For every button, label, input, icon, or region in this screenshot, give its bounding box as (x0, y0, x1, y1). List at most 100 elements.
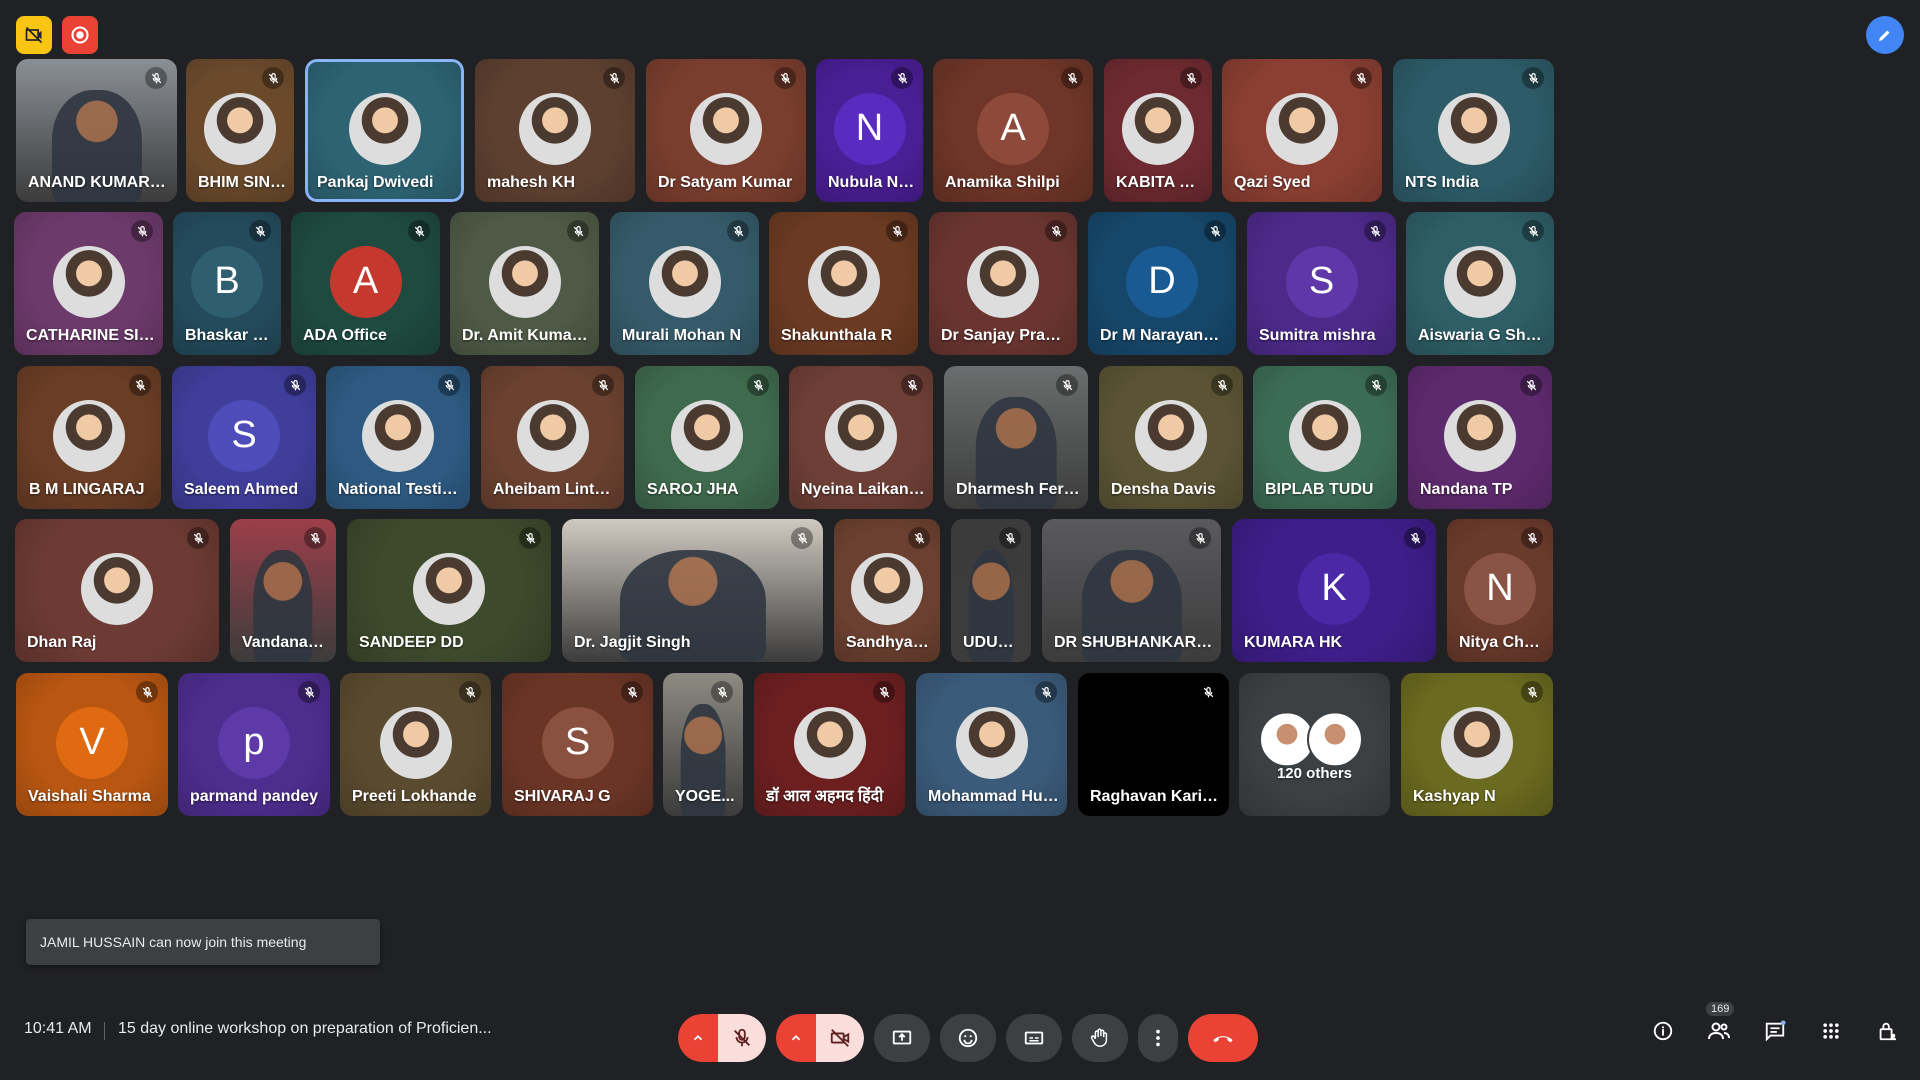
muted-indicator (187, 527, 209, 549)
participant-tile[interactable]: mahesh KH (475, 59, 635, 202)
avatar (807, 245, 880, 318)
participant-tile[interactable]: BHIM SINGH (186, 59, 294, 202)
muted-indicator (284, 374, 306, 396)
meeting-details-button[interactable] (1650, 1018, 1676, 1044)
participant-tile[interactable]: N Nubula Nau... (816, 59, 923, 202)
participant-tile[interactable]: Aiswaria G Shajan (1406, 212, 1554, 355)
participant-tile[interactable]: ANAND KUMAR SAU... (16, 59, 177, 202)
participant-tile[interactable]: SAROJ JHA (635, 366, 779, 509)
participant-tile[interactable]: B Bhaskar Sin... (173, 212, 281, 355)
participant-tile[interactable]: Densha Davis (1099, 366, 1243, 509)
participant-tile[interactable]: Dr Sanjay Prasad S... (929, 212, 1077, 355)
participant-tile[interactable]: p parmand pandey (178, 673, 330, 816)
participant-tile[interactable]: Pankaj Dwivedi (305, 59, 464, 202)
muted-indicator (774, 67, 796, 89)
participant-name: Mohammad Hussa... (928, 788, 1059, 805)
mic-off-icon (193, 532, 203, 543)
mic-off-icon (255, 225, 265, 236)
call-controls (678, 1014, 1258, 1062)
participant-tile[interactable]: S SHIVARAJ G (502, 673, 653, 816)
participant-tile[interactable]: DR SHUBHANKAR MISH... (1042, 519, 1221, 662)
emoji-icon (958, 1028, 978, 1048)
participant-tile[interactable]: V Vaishali Sharma (16, 673, 168, 816)
participant-tile[interactable]: Aheibam Linthoin... (481, 366, 624, 509)
no-video-icon (25, 26, 43, 44)
participant-name: DR SHUBHANKAR MISH... (1054, 634, 1213, 651)
participant-tile[interactable]: S Sumitra mishra (1247, 212, 1396, 355)
participant-tile[interactable]: Vandana Si... (230, 519, 336, 662)
participant-tile[interactable]: 120 others (1239, 673, 1390, 816)
participant-tile[interactable]: A ADA Office (291, 212, 440, 355)
participant-tile[interactable]: Raghavan Karigha... (1078, 673, 1229, 816)
muted-indicator (1520, 374, 1542, 396)
people-button[interactable]: 169 (1706, 1002, 1735, 1044)
present-screen-button[interactable] (874, 1014, 930, 1062)
participant-tile[interactable]: KABITA BA... (1104, 59, 1212, 202)
camera-toggle-button[interactable] (816, 1014, 864, 1062)
muted-indicator (1061, 67, 1083, 89)
muted-indicator (249, 220, 271, 242)
chevron-up-icon (791, 1035, 801, 1041)
pen-icon (1879, 30, 1890, 41)
participant-tile[interactable]: डॉ आल अहमद हिंदी (754, 673, 905, 816)
participant-tile[interactable]: BIPLAB TUDU (1253, 366, 1397, 509)
participant-tile[interactable]: Nandana TP (1408, 366, 1552, 509)
participant-tile[interactable]: Sandhya H.S (834, 519, 940, 662)
record-button[interactable] (62, 16, 98, 54)
participant-name: BIPLAB TUDU (1265, 481, 1374, 498)
participant-tile[interactable]: National Testing S... (326, 366, 470, 509)
participant-tile[interactable]: B M LINGARAJ (17, 366, 161, 509)
participant-tile[interactable]: Dr Satyam Kumar (646, 59, 806, 202)
participant-tile[interactable]: NTS India (1393, 59, 1554, 202)
participant-tile[interactable]: K KUMARA HK (1232, 519, 1436, 662)
captions-icon (1024, 1031, 1044, 1045)
participant-tile[interactable]: Dr. Amit Kumar Jha (450, 212, 599, 355)
participant-tile[interactable]: A Anamika Shilpi (933, 59, 1093, 202)
participant-tile[interactable]: Mohammad Hussa... (916, 673, 1067, 816)
captions-button[interactable] (1006, 1014, 1062, 1062)
mic-off-icon (907, 379, 917, 390)
participant-tile[interactable]: Preeti Lokhande (340, 673, 491, 816)
video-options-button[interactable] (776, 1014, 816, 1062)
participant-tile[interactable]: Dr. Jagjit Singh (562, 519, 823, 662)
participant-tile[interactable]: Dhan Raj (15, 519, 219, 662)
muted-indicator (1365, 374, 1387, 396)
audio-options-button[interactable] (678, 1014, 718, 1062)
participant-tile[interactable]: Kashyap N (1401, 673, 1553, 816)
participant-tile[interactable]: N Nitya Chetry (1447, 519, 1553, 662)
mic-off-icon (304, 686, 314, 697)
participant-tile[interactable]: Shakunthala R (769, 212, 918, 355)
participant-tile[interactable]: Dharmesh Fernan... (944, 366, 1088, 509)
muted-indicator (145, 67, 167, 89)
mic-off-icon (1526, 379, 1536, 390)
muted-indicator (873, 681, 895, 703)
reactions-button[interactable] (940, 1014, 996, 1062)
mic-toggle-button[interactable] (718, 1014, 766, 1062)
others-avatars (1258, 710, 1363, 767)
participant-tile[interactable]: SANDEEP DD (347, 519, 551, 662)
more-options-button[interactable] (1138, 1014, 1178, 1062)
leave-call-button[interactable] (1188, 1014, 1258, 1062)
participant-tile[interactable]: YOGE... (663, 673, 743, 816)
participant-name: Nitya Chetry (1459, 634, 1545, 651)
raise-hand-button[interactable] (1072, 1014, 1128, 1062)
participant-tile[interactable]: CATHARINE SIBY (14, 212, 163, 355)
activities-button[interactable] (1818, 1018, 1844, 1044)
annotate-button[interactable] (1866, 16, 1904, 54)
participant-name: Aiswaria G Shajan (1418, 327, 1546, 344)
mic-off-icon (525, 532, 535, 543)
recording-indicator-button[interactable] (16, 16, 52, 54)
chat-button[interactable] (1762, 1018, 1788, 1044)
participant-name: Dr Sanjay Prasad S... (941, 327, 1069, 344)
participant-tile[interactable]: Qazi Syed (1222, 59, 1382, 202)
participant-tile[interactable]: D Dr M Narayana Re... (1088, 212, 1236, 355)
participant-tile[interactable]: Nyeina Laikangba... (789, 366, 933, 509)
participant-tile[interactable]: Murali Mohan N (610, 212, 759, 355)
participant-tile[interactable]: S Saleem Ahmed (172, 366, 316, 509)
participant-tile[interactable]: UDUM... (951, 519, 1031, 662)
participant-name: BHIM SINGH (198, 174, 286, 191)
host-controls-button[interactable] (1874, 1018, 1900, 1044)
mic-off-icon (1062, 379, 1072, 390)
muted-indicator (791, 527, 813, 549)
meeting-title[interactable]: 15 day online workshop on preparation of… (118, 1020, 492, 1038)
